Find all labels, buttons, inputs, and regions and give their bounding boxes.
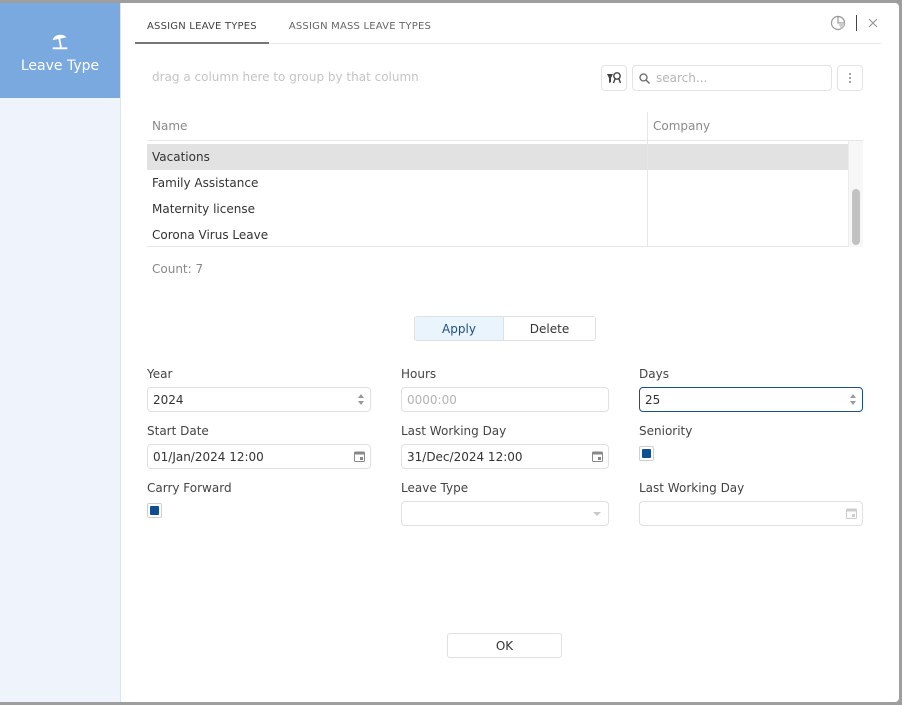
dialog-main: ASSIGN LEAVE TYPES ASSIGN MASS LEAVE TYP… (121, 3, 899, 702)
cell-name: Corona Virus Leave (152, 228, 269, 242)
cell-name: Family Assistance (152, 176, 259, 190)
cell-name: Maternity license (152, 202, 255, 216)
start-date-field[interactable]: 01/Jan/2024 12:00 (147, 444, 371, 469)
tab-assign-mass-leave-types[interactable]: ASSIGN MASS LEAVE TYPES (269, 3, 443, 44)
tab-assign-leave-types[interactable]: ASSIGN LEAVE TYPES (135, 3, 269, 44)
dialog-sidebar: Leave Type (0, 3, 121, 702)
table-row[interactable]: Maternity license (147, 196, 848, 222)
grid-header: Name Company (147, 112, 863, 141)
days-spinner[interactable] (844, 394, 862, 405)
grid-scrollbar[interactable] (848, 141, 863, 247)
header-separator (856, 15, 857, 31)
last-working-day-2-field[interactable] (639, 501, 863, 526)
cell-company (648, 170, 848, 196)
checkbox-check-mark (150, 506, 159, 515)
spin-down-icon[interactable] (850, 401, 856, 405)
table-row[interactable]: Family Assistance (147, 170, 848, 196)
carry-forward-label: Carry Forward (147, 481, 232, 495)
year-spinner[interactable] (352, 394, 370, 405)
table-row[interactable]: Vacations (147, 144, 848, 170)
apply-button[interactable]: Apply (415, 317, 504, 340)
grid-menu-button[interactable] (837, 65, 863, 91)
leave-types-grid: Name Company Vacations Family Assistance… (147, 112, 863, 248)
beach-umbrella-icon (52, 34, 68, 49)
hours-label: Hours (401, 367, 437, 381)
spin-up-icon[interactable] (850, 394, 856, 398)
grid-body: Vacations Family Assistance Maternity li… (147, 141, 863, 247)
days-field[interactable]: 25 (639, 387, 863, 412)
search-icon (639, 72, 650, 84)
clear-filter-button[interactable] (601, 65, 627, 91)
delete-button[interactable]: Delete (504, 317, 595, 340)
cell-name: Vacations (152, 150, 210, 164)
tab-bar: ASSIGN LEAVE TYPES ASSIGN MASS LEAVE TYP… (135, 3, 881, 44)
action-button-group: Apply Delete (414, 316, 596, 341)
leave-type-dialog: Leave Type ASSIGN LEAVE TYPES ASSIGN MAS… (0, 3, 899, 702)
pie-chart-icon[interactable] (830, 15, 846, 31)
cell-company (648, 196, 848, 222)
start-date-label: Start Date (147, 424, 209, 438)
calendar-icon[interactable] (348, 451, 370, 462)
group-by-drop-area[interactable]: drag a column here to group by that colu… (152, 70, 419, 84)
more-vertical-icon (849, 73, 851, 83)
column-divider (647, 141, 648, 246)
days-value: 25 (645, 392, 661, 407)
row-count: Count: 7 (152, 262, 204, 276)
cell-company (648, 222, 848, 248)
last-working-day-value: 31/Dec/2024 12:00 (407, 449, 523, 464)
column-header-company[interactable]: Company (648, 112, 863, 140)
grid-search[interactable] (632, 65, 832, 91)
scrollbar-thumb[interactable] (852, 189, 860, 245)
spin-up-icon[interactable] (358, 394, 364, 398)
start-date-value: 01/Jan/2024 12:00 (153, 449, 264, 464)
column-header-name[interactable]: Name (147, 112, 648, 140)
days-label: Days (639, 367, 669, 381)
year-label: Year (147, 367, 173, 381)
table-row[interactable]: Corona Virus Leave (147, 222, 848, 248)
chevron-down-icon[interactable] (586, 511, 608, 516)
leave-type-select[interactable] (401, 501, 609, 526)
hours-placeholder: 0000:00 (407, 392, 457, 407)
checkbox-check-mark (642, 449, 651, 458)
spin-down-icon[interactable] (358, 401, 364, 405)
year-field[interactable]: 2024 (147, 387, 371, 412)
search-input[interactable] (656, 71, 816, 85)
ok-button[interactable]: OK (447, 633, 562, 658)
year-value: 2024 (153, 392, 184, 407)
hours-field[interactable]: 0000:00 (401, 387, 609, 412)
filter-clear-icon (607, 72, 622, 84)
seniority-label: Seniority (639, 424, 693, 438)
last-working-day-field[interactable]: 31/Dec/2024 12:00 (401, 444, 609, 469)
sidebar-tab-label: Leave Type (20, 57, 100, 74)
close-icon[interactable] (867, 17, 879, 29)
sidebar-tab-leave-type[interactable]: Leave Type (0, 3, 120, 98)
calendar-icon[interactable] (586, 451, 608, 462)
last-working-day-label: Last Working Day (401, 424, 507, 438)
seniority-checkbox[interactable] (639, 446, 654, 461)
carry-forward-checkbox[interactable] (147, 503, 162, 518)
header-tools (830, 15, 879, 31)
calendar-icon[interactable] (840, 508, 862, 519)
cell-company (648, 144, 848, 170)
leave-type-label: Leave Type (401, 481, 469, 495)
last-working-day-2-label: Last Working Day (639, 481, 745, 495)
